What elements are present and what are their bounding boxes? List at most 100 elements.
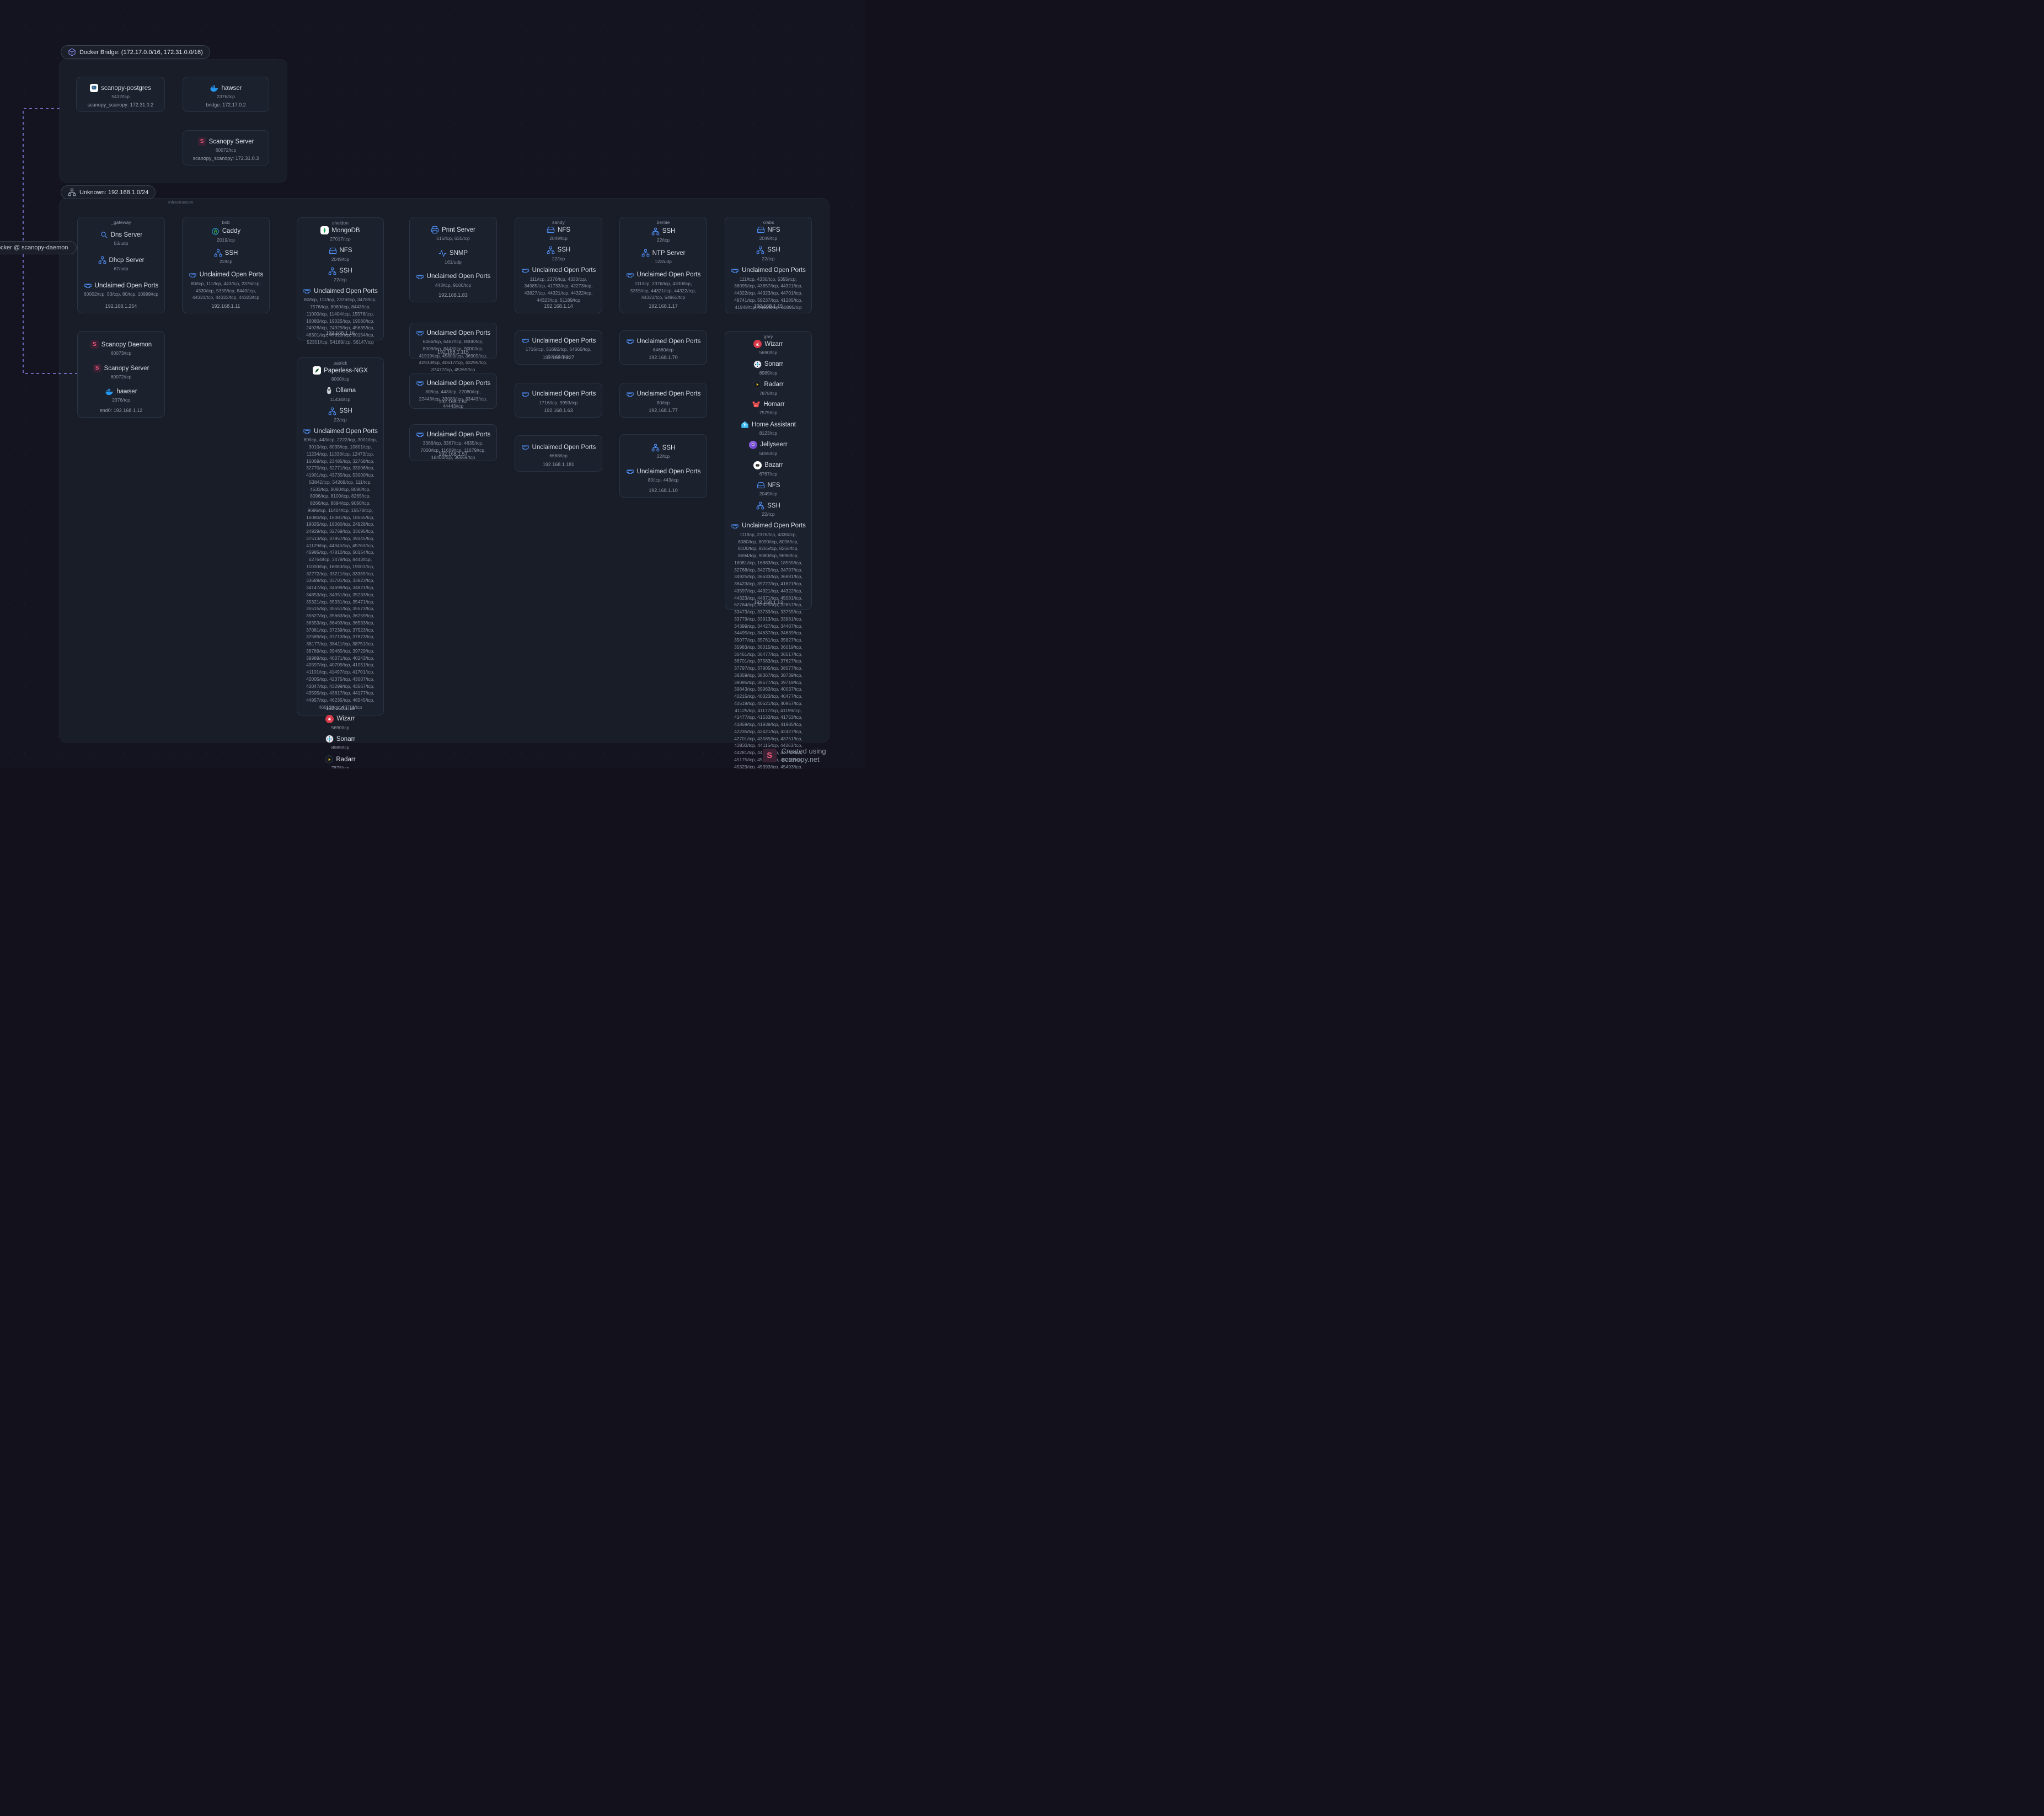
host-card-gary[interactable]: garyWizarr5690/tcpSonarr8989/tcpRadarr78…: [725, 331, 812, 610]
host-card-host-70[interactable]: Unclaimed Open Ports64660/tcp192.168.1.7…: [619, 330, 707, 365]
host-card-bernie[interactable]: bernie SSH22/tcp NTP Server123/udp Unclaime…: [619, 217, 707, 313]
service-homarr[interactable]: Homarr7575/tcp: [728, 400, 809, 416]
host-address: 192.168.1.77: [620, 408, 707, 413]
network-icon: [651, 227, 660, 236]
ethernet-icon: [626, 337, 634, 345]
ethernet-icon: [731, 522, 739, 530]
service-ports: 7575/tcp: [728, 409, 809, 416]
service-row: Bazarr: [728, 461, 809, 469]
service-row: Unclaimed Open Ports: [518, 266, 599, 275]
service-ssh[interactable]: SSH22/tcp: [728, 246, 809, 263]
service-sonarr[interactable]: Sonarr8989/tcp: [300, 735, 381, 751]
service-nfs[interactable]: NFS2049/tcp: [728, 481, 809, 498]
service-dhcp-server[interactable]: Dhcp Server67/udp: [81, 256, 162, 273]
service-row: Unclaimed Open Ports: [623, 390, 704, 398]
network-icon: [756, 246, 764, 254]
service-caddy[interactable]: Caddy2019/tcp: [185, 227, 266, 244]
service-ollama[interactable]: Ollama11434/tcp: [300, 387, 381, 403]
host-card-sheldon[interactable]: sheldonMongoDB27017/tcpNFS2049/tcpSSH22/…: [297, 217, 384, 340]
service-radarr[interactable]: Radarr7878/tcp: [728, 381, 809, 397]
host-card-gateway[interactable]: _gatewayDns Server53/udpDhcp Server67/ud…: [77, 217, 165, 313]
service-unclaimed-open-ports[interactable]: Unclaimed Open Ports80/tcp, 111/tcp, 237…: [300, 287, 381, 345]
service-ssh[interactable]: SSH22/tcp: [300, 267, 381, 284]
host-card-sandy[interactable]: sandyNFS2049/tcpSSH22/tcpUnclaimed Open …: [515, 217, 602, 313]
service-mongodb[interactable]: MongoDB27017/tcp: [300, 226, 381, 243]
service-scanopy-server[interactable]: SScanopy Server60072/tcp: [186, 137, 266, 154]
service-wizarr[interactable]: Wizarr5690/tcp: [728, 340, 809, 356]
service-unclaimed-open-ports[interactable]: Unclaimed Open Ports111/tcp, 2376/tcp, 4…: [518, 266, 599, 304]
service-label: Bazarr: [764, 462, 783, 468]
service-wizarr[interactable]: Wizarr5690/tcp: [300, 715, 381, 731]
service-unclaimed-open-ports[interactable]: Unclaimed Open Ports80/tcp, 443/tcp, 222…: [300, 427, 381, 711]
host-card-patrick[interactable]: patrickPaperless-NGX8000/tcpOllama11434/…: [297, 357, 384, 715]
service-ssh[interactable]: SSH22/tcp: [185, 249, 266, 265]
docker-bridge-header[interactable]: Docker Bridge: (172.17.0.0/16, 172.31.0.…: [61, 45, 210, 59]
host-card-bob[interactable]: bobCaddy2019/tcpSSH22/tcpUnclaimed Open …: [182, 217, 270, 313]
service-unclaimed-open-ports[interactable]: Unclaimed Open Ports80/tcp, 443/tcp, 220…: [413, 379, 494, 409]
service-unclaimed-open-ports[interactable]: Unclaimed Open Ports111/tcp, 2376/tcp, 4…: [623, 271, 704, 301]
service-hawser[interactable]: hawser2376/tcp: [81, 388, 162, 404]
host-card-host-63[interactable]: Unclaimed Open Ports1716/tcp, 9993/tcp19…: [515, 383, 602, 418]
service-scanopy-server[interactable]: SScanopy Server60072/tcp: [81, 364, 162, 381]
host-card-hawser-bridge[interactable]: hawser2376/tcpbridge: 172.17.0.2: [183, 77, 269, 112]
service-sonarr[interactable]: Sonarr8989/tcp: [728, 360, 809, 377]
host-card-host-57[interactable]: Unclaimed Open Ports3366/tcp, 3367/tcp, …: [409, 424, 497, 461]
service-ssh[interactable]: SSH22/tcp: [623, 227, 704, 244]
service-label: Unclaimed Open Ports: [637, 271, 701, 278]
service-label: scanopy-postgres: [101, 85, 151, 92]
service-nfs[interactable]: NFS2049/tcp: [518, 226, 599, 242]
service-unclaimed-open-ports[interactable]: Unclaimed Open Ports80/tcp, 111/tcp, 443…: [185, 271, 266, 301]
host-card-print-server-host[interactable]: Print Server515/tcp, 631/tcp SNMP161/udp U…: [409, 217, 497, 302]
host-card-host-127[interactable]: Unclaimed Open Ports1716/tcp, 51692/tcp,…: [515, 330, 602, 365]
host-address: end0: 192.168.1.12: [78, 408, 164, 413]
host-card-scanopy-server-bridge[interactable]: SScanopy Server60072/tcpscanopy_scanopy:…: [183, 130, 269, 165]
service-unclaimed-open-ports[interactable]: Unclaimed Open Ports443/tcp, 9100/tcp: [413, 273, 494, 289]
jellyseerr-icon: [749, 441, 757, 449]
host-card-krabs[interactable]: krabsNFS2049/tcpSSH22/tcpUnclaimed Open …: [725, 217, 812, 313]
host-title: bernie: [620, 220, 707, 225]
host-card-host-115[interactable]: Unclaimed Open Ports6466/tcp, 6467/tcp, …: [409, 323, 497, 359]
service-unclaimed-open-ports[interactable]: Unclaimed Open Ports80/tcp, 443/tcp: [623, 467, 704, 484]
service-unclaimed-open-ports[interactable]: Unclaimed Open Ports60002/tcp, 53/tcp, 8…: [81, 281, 162, 298]
service-snmp[interactable]: SNMP161/udp: [413, 249, 494, 266]
service-unclaimed-open-ports[interactable]: Unclaimed Open Ports80/tcp: [623, 390, 704, 407]
service-nfs[interactable]: NFS2049/tcp: [300, 247, 381, 263]
host-card-scanopy-postgres[interactable]: scanopy-postgres5432/tcpscanopy_scanopy:…: [76, 77, 165, 112]
docker-daemon-badge: Docker @ scanopy-daemon: [0, 241, 77, 254]
service-home-assistant[interactable]: Home Assistant8123/tcp: [728, 420, 809, 437]
service-label: Radarr: [764, 381, 783, 388]
service-unclaimed-open-ports[interactable]: Unclaimed Open Ports64660/tcp: [623, 337, 704, 354]
service-unclaimed-open-ports[interactable]: Unclaimed Open Ports1716/tcp, 9993/tcp: [518, 390, 599, 407]
scanopy-credit[interactable]: S Created using scanopy.net: [763, 747, 865, 763]
service-nfs[interactable]: NFS2049/tcp: [728, 226, 809, 242]
service-ports: 22/tcp: [300, 276, 381, 284]
host-card-host-10[interactable]: SSH22/tcp Unclaimed Open Ports80/tcp, 443…: [619, 434, 707, 498]
service-jellyseerr[interactable]: Jellyseerr5055/tcp: [728, 441, 809, 457]
service-ntp-server[interactable]: NTP Server123/udp: [623, 249, 704, 265]
service-dns-server[interactable]: Dns Server53/udp: [81, 231, 162, 247]
host-card-scanopy-daemon-host[interactable]: SScanopy Daemon60073/tcp SScanopy Server6…: [77, 331, 165, 418]
host-card-host-62[interactable]: Unclaimed Open Ports80/tcp, 443/tcp, 220…: [409, 373, 497, 409]
host-card-host-181[interactable]: Unclaimed Open Ports6668/tcp192.168.1.18…: [515, 435, 602, 472]
service-ssh[interactable]: SSH22/tcp: [518, 246, 599, 263]
ethernet-icon: [626, 467, 634, 476]
service-ssh[interactable]: SSH22/tcp: [623, 444, 704, 460]
service-unclaimed-open-ports[interactable]: Unclaimed Open Ports111/tcp, 2376/tcp, 4…: [728, 522, 809, 768]
service-ssh[interactable]: SSH22/tcp: [300, 407, 381, 424]
service-bazarr[interactable]: Bazarr6767/tcp: [728, 461, 809, 478]
service-unclaimed-open-ports[interactable]: Unclaimed Open Ports6668/tcp: [518, 443, 599, 460]
service-ports: 5055/tcp: [728, 450, 809, 457]
service-ssh[interactable]: SSH22/tcp: [728, 501, 809, 518]
service-scanopy-daemon[interactable]: SScanopy Daemon60073/tcp: [81, 340, 162, 357]
host-card-host-77[interactable]: Unclaimed Open Ports80/tcp192.168.1.77: [619, 383, 707, 418]
service-ports: 123/udp: [623, 258, 704, 265]
service-label: Unclaimed Open Ports: [427, 330, 491, 337]
service-row: Ollama: [300, 387, 381, 395]
cube-icon: [68, 48, 76, 56]
service-hawser[interactable]: hawser2376/tcp: [186, 84, 266, 100]
service-radarr[interactable]: Radarr7878/tcp: [300, 755, 381, 768]
service-scanopy-postgres[interactable]: scanopy-postgres5432/tcp: [79, 84, 162, 100]
service-paperless-ngx[interactable]: Paperless-NGX8000/tcp: [300, 366, 381, 383]
unknown-network-header[interactable]: Unknown: 192.168.1.0/24: [61, 185, 156, 199]
service-print-server[interactable]: Print Server515/tcp, 631/tcp: [413, 226, 494, 242]
